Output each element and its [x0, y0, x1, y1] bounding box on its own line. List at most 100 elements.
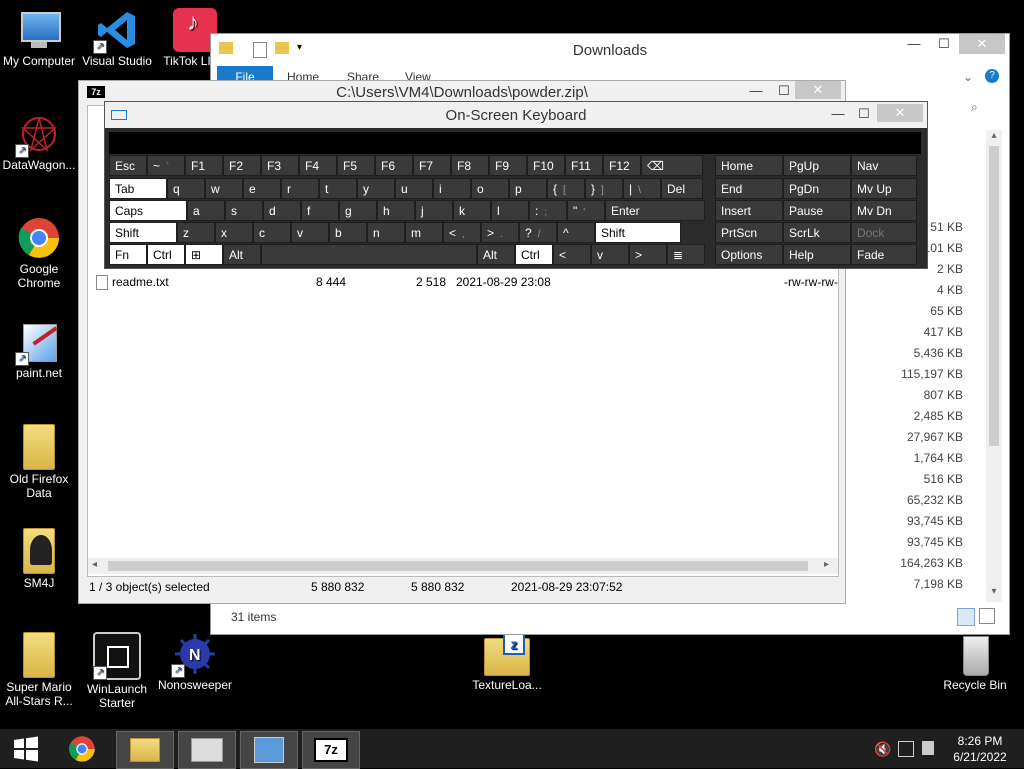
- osk-key[interactable]: b: [329, 222, 367, 243]
- osk-key[interactable]: <: [553, 244, 591, 265]
- osk-key[interactable]: v: [591, 244, 629, 265]
- start-button[interactable]: [0, 731, 52, 767]
- osk-key[interactable]: h: [377, 200, 415, 221]
- osk-key[interactable]: x: [215, 222, 253, 243]
- osk-key[interactable]: Del: [661, 178, 703, 199]
- osk-key[interactable]: Alt: [223, 244, 261, 265]
- osk-key[interactable]: ⌫: [641, 155, 703, 176]
- osk-nav-key[interactable]: Insert: [715, 200, 783, 221]
- clock[interactable]: 8:26 PM 6/21/2022: [944, 733, 1016, 765]
- osk-key[interactable]: F1: [185, 155, 223, 176]
- osk-key[interactable]: i: [433, 178, 471, 199]
- osk-key[interactable]: Fn: [109, 244, 147, 265]
- osk-key[interactable]: w: [205, 178, 243, 199]
- osk-key[interactable]: F6: [375, 155, 413, 176]
- osk-key[interactable]: f: [301, 200, 339, 221]
- osk-key[interactable]: m: [405, 222, 443, 243]
- scroll-right-arrow[interactable]: ▸: [824, 559, 829, 570]
- volume-muted-icon[interactable]: 🔇: [874, 741, 891, 758]
- osk-key[interactable]: Esc: [109, 155, 147, 176]
- osk-key[interactable]: k: [453, 200, 491, 221]
- osk-nav-key[interactable]: End: [715, 178, 783, 199]
- maximize-button[interactable]: ☐: [931, 34, 957, 54]
- desktop-icon-datawagon[interactable]: ↗ DataWagon...: [0, 112, 78, 172]
- desktop-icon-paintnet[interactable]: ↗ paint.net: [0, 320, 78, 380]
- osk-key[interactable]: Alt: [477, 244, 515, 265]
- close-button[interactable]: ✕: [795, 81, 841, 99]
- osk-key[interactable]: }]: [585, 178, 623, 199]
- osk-key[interactable]: F4: [299, 155, 337, 176]
- osk-key[interactable]: t: [319, 178, 357, 199]
- osk-key[interactable]: d: [263, 200, 301, 221]
- osk-nav-key[interactable]: Mv Dn: [851, 200, 917, 221]
- osk-key[interactable]: j: [415, 200, 453, 221]
- minimize-button[interactable]: —: [901, 34, 927, 54]
- osk-nav-key[interactable]: Home: [715, 155, 783, 176]
- osk-key[interactable]: a: [187, 200, 225, 221]
- osk-nav-key[interactable]: Mv Up: [851, 178, 917, 199]
- osk-key[interactable]: s: [225, 200, 263, 221]
- minimize-button[interactable]: —: [743, 81, 769, 101]
- scroll-down-arrow[interactable]: ▾: [986, 586, 1002, 602]
- osk-key[interactable]: ≣: [667, 244, 705, 265]
- osk-key[interactable]: ~ `: [147, 155, 185, 176]
- osk-key[interactable]: c: [253, 222, 291, 243]
- osk-key[interactable]: F7: [413, 155, 451, 176]
- desktop-icon-my-computer[interactable]: My Computer: [0, 8, 78, 68]
- osk-key[interactable]: q: [167, 178, 205, 199]
- maximize-button[interactable]: ☐: [851, 104, 877, 124]
- osk-nav-key[interactable]: ScrLk: [783, 222, 851, 243]
- osk-key[interactable]: Shift: [595, 222, 681, 243]
- osk-key[interactable]: >.: [481, 222, 519, 243]
- desktop-icon-winlaunch[interactable]: ↗ WinLaunch Starter: [78, 632, 156, 710]
- osk-nav-key[interactable]: Nav: [851, 155, 917, 176]
- osk-key[interactable]: F9: [489, 155, 527, 176]
- action-center-icon[interactable]: [922, 741, 934, 755]
- osk-nav-key[interactable]: PgDn: [783, 178, 851, 199]
- taskbar-7zip[interactable]: 7z: [302, 731, 360, 769]
- osk-key[interactable]: Ctrl: [147, 244, 185, 265]
- vertical-scrollbar[interactable]: ▴ ▾: [986, 130, 1002, 602]
- desktop-icon-sm4j[interactable]: SM4J: [0, 528, 78, 590]
- osk-key[interactable]: F8: [451, 155, 489, 176]
- scroll-thumb[interactable]: [108, 561, 808, 571]
- osk-key[interactable]: Enter: [605, 200, 705, 221]
- taskbar-control-panel[interactable]: [240, 731, 298, 769]
- osk-nav-key[interactable]: Pause: [783, 200, 851, 221]
- close-button[interactable]: ✕: [877, 104, 923, 122]
- osk-nav-key[interactable]: PgUp: [783, 155, 851, 176]
- osk-key[interactable]: e: [243, 178, 281, 199]
- osk-key[interactable]: F11: [565, 155, 603, 176]
- large-icons-view-icon[interactable]: [979, 608, 995, 624]
- osk-key[interactable]: " ': [567, 200, 605, 221]
- minimize-button[interactable]: —: [825, 104, 851, 124]
- search-icon[interactable]: ⌕: [971, 100, 978, 115]
- osk-key[interactable]: p: [509, 178, 547, 199]
- osk-key[interactable]: F5: [337, 155, 375, 176]
- osk-key[interactable]: v: [291, 222, 329, 243]
- osk-key[interactable]: Shift: [109, 222, 177, 243]
- osk-key[interactable]: u: [395, 178, 433, 199]
- osk-nav-key[interactable]: PrtScn: [715, 222, 783, 243]
- osk-key[interactable]: y: [357, 178, 395, 199]
- osk-key[interactable]: l: [491, 200, 529, 221]
- osk-key[interactable]: F12: [603, 155, 641, 176]
- desktop-icon-vscode[interactable]: ↗ Visual Studio Code: [78, 8, 156, 68]
- osk-key[interactable]: o: [471, 178, 509, 199]
- taskbar-osk[interactable]: [178, 731, 236, 769]
- osk-key[interactable]: r: [281, 178, 319, 199]
- osk-key[interactable]: {[: [547, 178, 585, 199]
- scroll-left-arrow[interactable]: ◂: [92, 559, 97, 570]
- desktop-icon-recycle-bin[interactable]: Recycle Bin: [936, 632, 1014, 692]
- desktop-icon-nonosweeper[interactable]: N ↗ Nonosweeper: [156, 632, 234, 692]
- osk-key[interactable]: [261, 244, 477, 265]
- osk-key[interactable]: | \: [623, 178, 661, 199]
- osk-key[interactable]: :;: [529, 200, 567, 221]
- osk-key[interactable]: F2: [223, 155, 261, 176]
- osk-key[interactable]: z: [177, 222, 215, 243]
- desktop-icon-textureloader[interactable]: z TextureLoa...: [468, 632, 546, 692]
- osk-key[interactable]: ^: [557, 222, 595, 243]
- help-icon[interactable]: ?: [985, 69, 999, 83]
- desktop-icon-old-firefox-data[interactable]: Old Firefox Data: [0, 424, 78, 500]
- horizontal-scrollbar[interactable]: ◂ ▸: [88, 558, 838, 574]
